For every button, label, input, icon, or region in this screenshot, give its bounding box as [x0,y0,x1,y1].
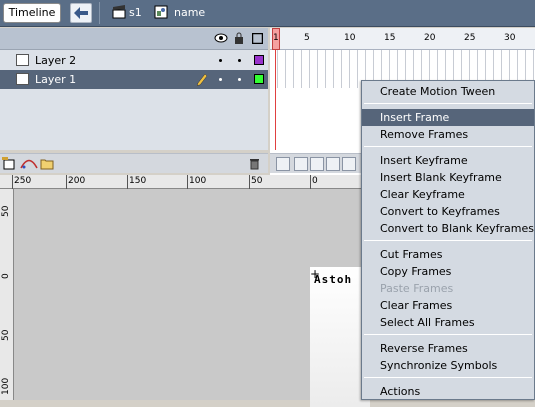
eye-icon[interactable] [214,33,228,43]
menu-separator [364,334,532,335]
layer-name: Layer 1 [35,73,77,86]
onion-skin-button[interactable] [294,157,308,171]
onion-skin-outlines-button[interactable] [310,157,324,171]
ruler-tick [310,175,311,189]
frame-number: 10 [344,33,356,43]
ruler-label: 200 [68,176,86,186]
frame-ruler[interactable]: 1 5 10 15 20 25 30 [270,28,535,50]
center-frame-button[interactable] [276,157,290,171]
modify-onion-markers-button[interactable] [342,157,356,171]
menu-item-convert-to-keyframes[interactable]: Convert to Keyframes [362,203,534,220]
menu-item-insert-blank-keyframe[interactable]: Insert Blank Keyframe [362,169,534,186]
menu-separator [364,103,532,104]
menu-separator [364,377,532,378]
insert-folder-icon[interactable] [40,157,54,170]
arrow-left-icon [74,7,88,19]
layer-name: Layer 2 [35,54,77,67]
visibility-dot[interactable] [219,78,222,81]
layers-footer [0,153,268,173]
frame-number: 1 [273,33,279,43]
layers-panel: Layer 2 Layer 1 [0,28,268,173]
layer-icon [16,54,29,66]
ruler-label: 50 [1,329,11,341]
ruler-label: 250 [14,176,32,186]
menu-item-copy-frames[interactable]: Copy Frames [362,263,534,280]
lock-dot[interactable] [238,78,241,81]
lock-dot[interactable] [238,59,241,62]
layer-icon [16,73,29,85]
timeline-toolbar: Timeline s1 name [0,0,535,27]
edit-multiple-frames-button[interactable] [326,157,340,171]
menu-item-create-motion-tween[interactable]: Create Motion Tween [362,83,534,100]
layers-header [0,28,268,50]
playhead-line [275,50,276,150]
layer-color-swatch[interactable] [254,55,264,65]
lock-icon[interactable] [234,32,244,44]
layer-row-layer-1[interactable]: Layer 1 [0,70,268,89]
timeline-button[interactable]: Timeline [3,3,61,23]
visibility-dot[interactable] [219,59,222,62]
ruler-label: 100 [1,377,11,395]
vertical-ruler: 50 0 50 100 [0,189,14,400]
frame-context-menu: Create Motion Tween Insert Frame Remove … [361,80,535,400]
breadcrumb-symbol[interactable]: name [174,6,205,19]
frame-number: 15 [384,33,396,43]
frame-number: 25 [464,33,476,43]
ruler-label: 50 [251,176,263,186]
menu-item-insert-frame[interactable]: Insert Frame [362,109,534,126]
clapper-icon [112,5,126,19]
menu-separator [364,146,532,147]
ruler-tick [66,175,67,189]
stage-text-object[interactable]: Astoh [314,273,352,286]
menu-item-actions[interactable]: Actions [362,383,534,400]
frame-number: 5 [304,33,310,43]
menu-separator [364,240,532,241]
menu-item-select-all-frames[interactable]: Select All Frames [362,314,534,331]
frame-number: 30 [504,33,516,43]
pencil-icon [197,73,207,86]
ruler-tick [12,175,13,189]
menu-item-synchronize-symbols[interactable]: Synchronize Symbols [362,357,534,374]
frame-number: 20 [424,33,436,43]
menu-item-paste-frames: Paste Frames [380,282,454,295]
add-layer-icon[interactable] [2,157,16,170]
trash-icon[interactable] [249,157,260,170]
menu-item-reverse-frames[interactable]: Reverse Frames [362,340,534,357]
graphic-symbol-icon [154,5,168,19]
menu-item-clear-frames[interactable]: Clear Frames [362,297,534,314]
ruler-tick [249,175,250,189]
menu-item-convert-to-blank-keyframes[interactable]: Convert to Blank Keyframes [362,220,534,237]
ruler-label: 150 [129,176,147,186]
ruler-label: 0 [312,176,318,186]
menu-item-clear-keyframe[interactable]: Clear Keyframe [362,186,534,203]
back-button[interactable] [70,3,92,23]
ruler-tick [187,175,188,189]
menu-item-remove-frames[interactable]: Remove Frames [362,126,534,143]
outline-square-icon[interactable] [252,33,263,44]
breadcrumb-scene[interactable]: s1 [129,6,142,19]
ruler-tick [127,175,128,189]
add-motion-guide-icon[interactable] [20,157,38,170]
ruler-label: 100 [189,176,207,186]
menu-item-insert-keyframe[interactable]: Insert Keyframe [362,152,534,169]
layer-row-layer-2[interactable]: Layer 2 [0,51,268,70]
layer-color-swatch[interactable] [254,74,264,84]
ruler-label: 0 [1,273,11,279]
ruler-label: 50 [1,205,11,217]
menu-item-cut-frames[interactable]: Cut Frames [362,246,534,263]
toolbar-separator [99,2,100,24]
